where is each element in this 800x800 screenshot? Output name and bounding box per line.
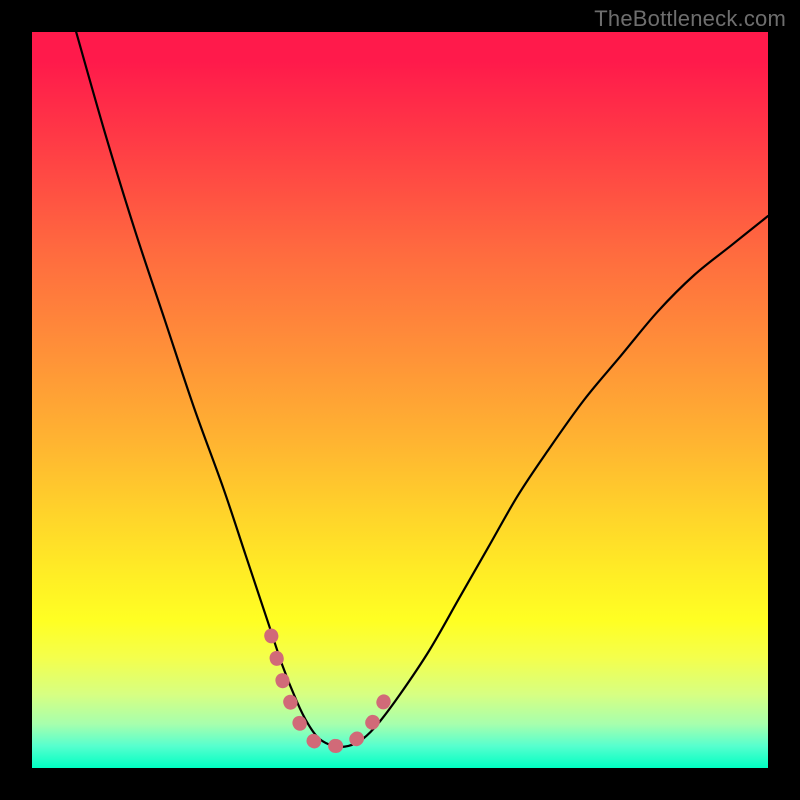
plot-area: [32, 32, 768, 768]
highlight-segment: [271, 636, 387, 747]
chart-svg: [32, 32, 768, 768]
watermark-text: TheBottleneck.com: [594, 6, 786, 32]
bottleneck-curve: [76, 32, 768, 747]
chart-frame: TheBottleneck.com: [0, 0, 800, 800]
